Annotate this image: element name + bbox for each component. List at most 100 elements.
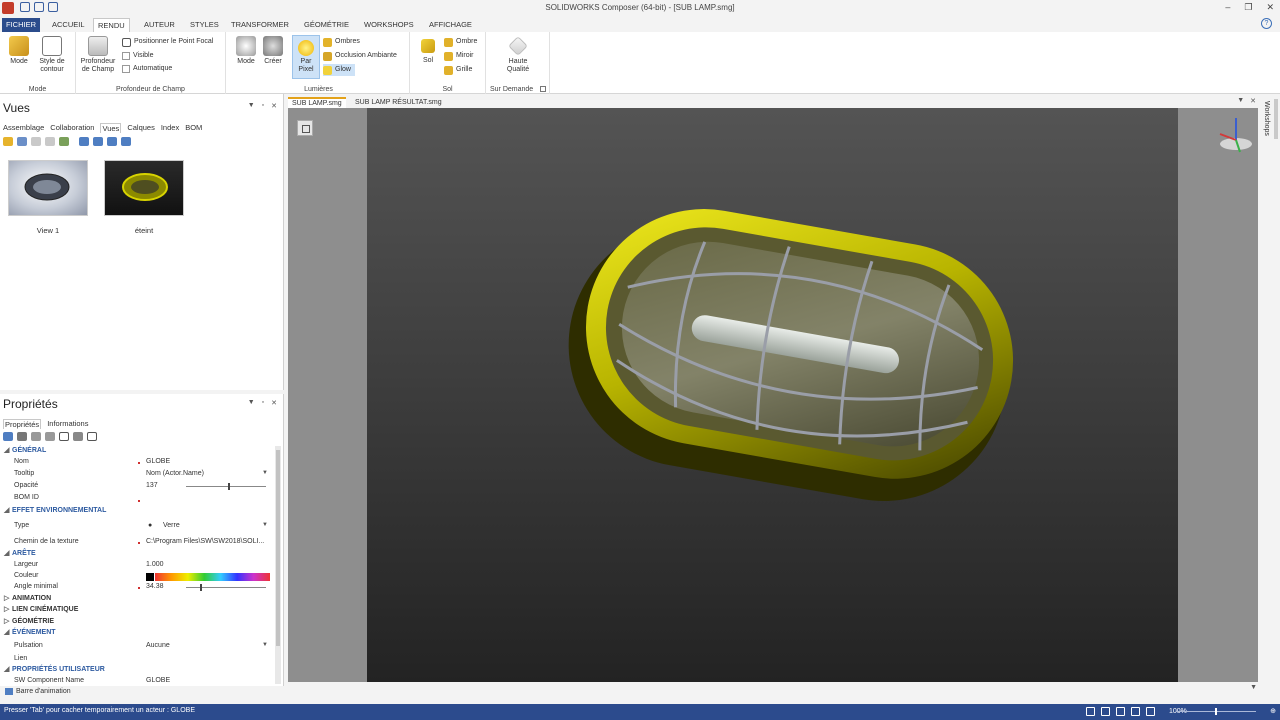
view-play-icon[interactable] [79,137,89,146]
tab-collaboration[interactable]: Collaboration [50,123,94,133]
tab-bom[interactable]: BOM [185,123,202,133]
tab-rendu[interactable]: RENDU [93,18,130,32]
section-general[interactable]: ◢ GÉNÉRAL [4,446,274,457]
view-thumbnail-eteint[interactable] [104,160,184,216]
lamp-model[interactable] [367,108,1178,682]
section-arete[interactable]: ◢ ARÊTE [4,549,274,560]
zoom-slider-knob[interactable] [1215,708,1217,715]
automatic-checkbox[interactable]: Automatique [122,63,172,75]
props-close-icon[interactable]: ✕ [271,399,277,407]
opacity-slider-knob[interactable] [228,483,230,490]
mode-button[interactable]: Mode [5,36,33,66]
animation-bar[interactable]: Barre d'animation [0,686,284,698]
grid-view-icon[interactable] [87,432,97,441]
doc-tab-sub-lamp-result[interactable]: SUB LAMP RÉSULTAT.smg [351,97,446,108]
scroll-down-icon[interactable]: ▼ [1250,684,1257,691]
rename-view-icon[interactable] [45,137,55,146]
color-swatch[interactable] [146,573,154,581]
section-event[interactable]: ◢ ÉVÉNEMENT [4,628,274,639]
categorized-icon[interactable] [3,432,13,441]
type-select[interactable]: Verre [163,522,180,529]
viewport-mode-button[interactable] [297,120,313,136]
edit-view-icon[interactable] [59,137,69,146]
ambient-occlusion-button[interactable]: Occlusion Ambiante [323,50,397,62]
properties-scrollbar[interactable] [275,446,281,684]
high-quality-button[interactable]: Haute Qualité [498,36,538,74]
section-user-properties[interactable]: ◢ PROPRIÉTÉS UTILISATEUR [4,665,274,676]
zoom-slider[interactable] [1176,708,1256,715]
right-scrollbar-thumb[interactable] [1274,99,1278,139]
orientation-triad-icon[interactable] [1214,114,1258,158]
angle-slider-knob[interactable] [200,584,202,591]
set-focal-point-button[interactable]: Positionner le Point Focal [122,36,213,48]
properties-scroll-thumb[interactable] [276,450,280,646]
section-animation[interactable]: ▷ ANIMATION [4,594,274,605]
update-view-icon[interactable] [17,137,27,146]
pin-icon[interactable]: ▫ [262,102,264,110]
grid-button[interactable]: Grille [444,64,472,76]
tab-styles[interactable]: STYLES [186,18,223,32]
reset-icon[interactable] [59,432,69,441]
view-last-icon[interactable] [121,137,131,146]
select-mode-icon[interactable] [1086,707,1095,716]
workshops-strip[interactable]: Workshops [1260,97,1280,698]
view-forward-icon[interactable] [107,137,117,146]
pick-icon[interactable] [73,432,83,441]
pulsation-chevron-icon[interactable]: ▼ [262,642,268,648]
sort-icon[interactable] [17,432,27,441]
section-geometry[interactable]: ▷ GÉOMÉTRIE [4,617,274,628]
floor-shadow-button[interactable]: Ombre [444,36,477,48]
close-icon[interactable]: ✕ [1266,2,1274,13]
restore-icon[interactable]: ❐ [1244,2,1252,13]
doc-close-icon[interactable]: ✕ [1250,97,1256,105]
chevron-down-icon[interactable]: ▼ [262,470,268,476]
glow-button[interactable]: Glow [323,64,355,76]
angle-value[interactable]: 34.38 [146,583,164,590]
grid-alt-icon[interactable] [1131,707,1140,716]
opacity-value[interactable]: 137 [146,482,158,489]
delete-view-icon[interactable] [31,137,41,146]
tab-assemblage[interactable]: Assemblage [3,123,44,133]
minimize-icon[interactable]: – [1225,2,1230,13]
props-pin-icon[interactable]: ▫ [262,399,264,407]
doc-tab-sub-lamp[interactable]: SUB LAMP.smg [288,97,346,108]
tab-calques[interactable]: Calques [127,123,155,133]
view-back-icon[interactable] [93,137,103,146]
create-view-icon[interactable] [3,137,13,146]
doc-list-icon[interactable]: ▼ [1237,97,1244,105]
dialog-launcher-icon[interactable] [540,86,546,92]
tab-proprietes[interactable]: Propriétés [3,419,42,429]
type-chevron-icon[interactable]: ▼ [262,522,268,528]
tab-accueil[interactable]: ACCUEIL [48,18,89,32]
section-environmental[interactable]: ◢ EFFET ENVIRONNEMENTAL [4,506,274,517]
props-menu-icon[interactable]: ▼ [248,399,255,407]
floor-button[interactable]: Sol [416,36,440,65]
depth-of-field-button[interactable]: Profondeur de Champ [78,36,118,74]
mirror-button[interactable]: Miroir [444,50,474,62]
tab-informations[interactable]: Informations [47,419,88,429]
tab-transformer[interactable]: TRANSFORMER [227,18,293,32]
tab-workshops[interactable]: WORKSHOPS [360,18,418,32]
view-thumbnail-view-1[interactable] [8,160,88,216]
width-value[interactable]: 1.000 [146,561,164,568]
pen-icon[interactable] [1101,707,1110,716]
tab-auteur[interactable]: AUTEUR [140,18,179,32]
fit-screen-icon[interactable]: ⊕ [1270,707,1276,715]
visibility-icon[interactable] [1146,707,1155,716]
name-value[interactable]: GLOBE [146,458,170,465]
3d-viewport[interactable] [288,108,1258,682]
render-scene[interactable] [367,108,1178,682]
create-light-button[interactable]: Créer [260,36,286,66]
help-icon[interactable]: ? [1261,18,1272,29]
angle-slider[interactable] [186,584,266,591]
collapse-icon[interactable] [45,432,55,441]
opacity-slider[interactable] [186,483,266,490]
tab-affichage[interactable]: AFFICHAGE [425,18,476,32]
texture-path-value[interactable]: C:\Program Files\SW\SW2018\SOLI... [146,538,264,545]
section-kinematic-link[interactable]: ▷ LIEN CINÉMATIQUE [4,605,274,616]
per-pixel-button[interactable]: Par Pixel [292,35,320,79]
color-spectrum[interactable] [155,573,270,581]
tooltip-select[interactable]: Nom (Actor.Name) [146,470,204,477]
pulsation-select[interactable]: Aucune [146,642,170,649]
tab-fichier[interactable]: FICHIER [2,18,40,32]
